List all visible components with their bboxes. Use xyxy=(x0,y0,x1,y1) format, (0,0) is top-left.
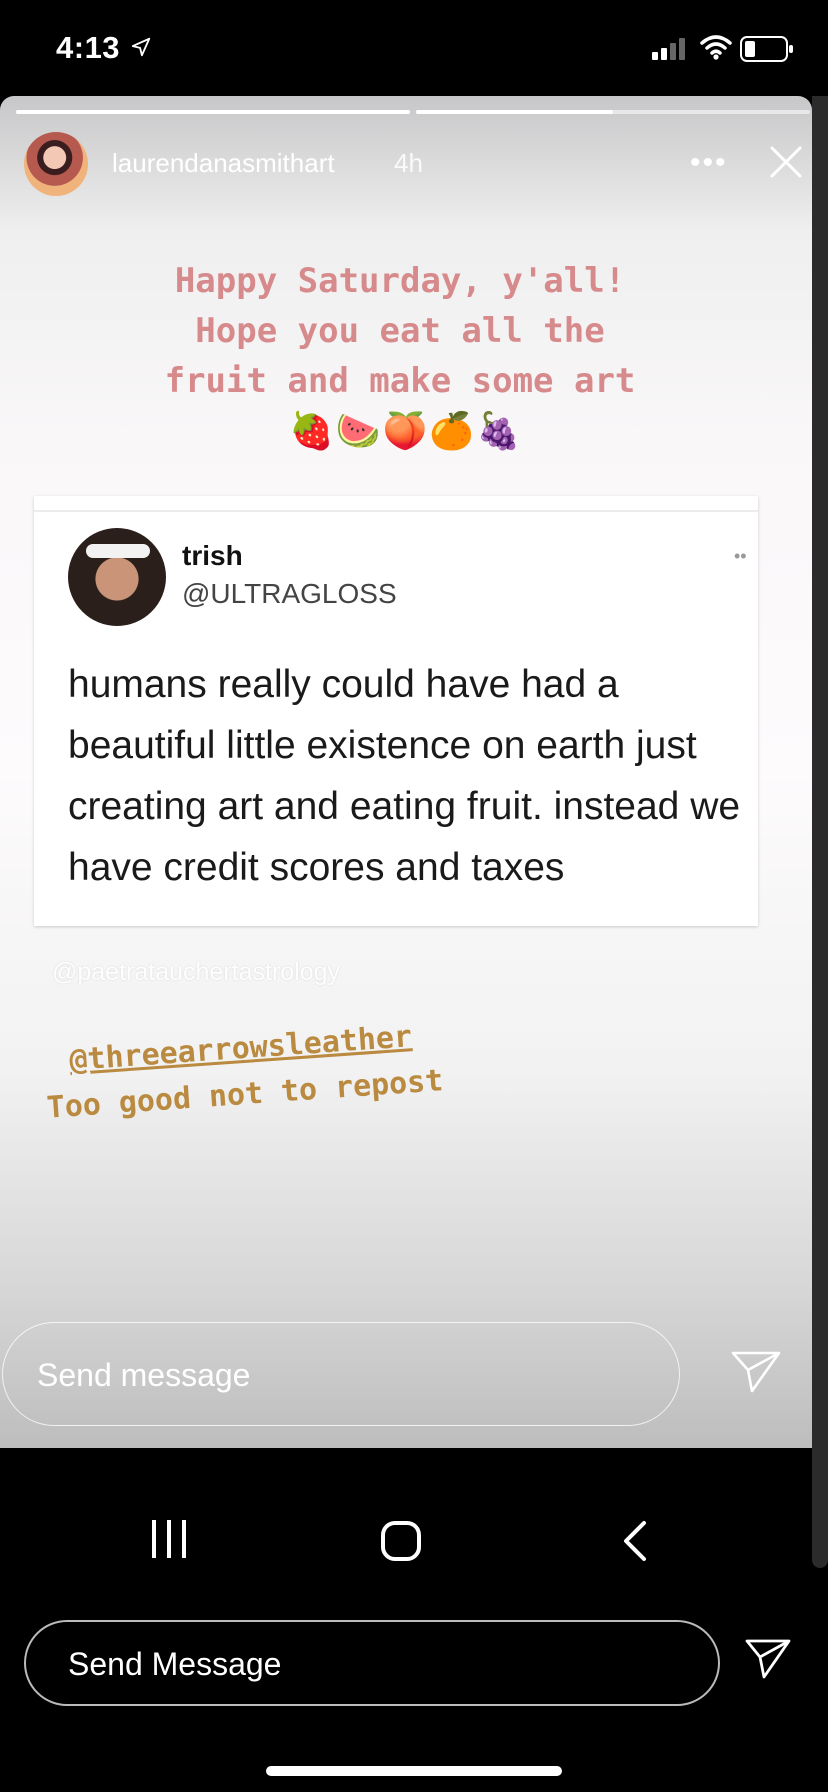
caption-line: Hope you eat all the xyxy=(195,311,605,351)
back-chevron-icon[interactable] xyxy=(620,1520,650,1562)
wifi-icon xyxy=(700,35,732,60)
location-arrow-icon xyxy=(131,37,151,57)
send-message-placeholder: Send Message xyxy=(68,1646,282,1682)
status-time: 4:13 xyxy=(56,30,121,65)
story-username[interactable]: laurendanasmithart xyxy=(112,148,335,179)
caption-line: Happy Saturday, y'all! xyxy=(174,261,626,301)
tweet-more-icon: •• xyxy=(734,546,747,566)
cellular-signal-icon xyxy=(652,38,685,60)
story-caption: Happy Saturday, y'all! Hope you eat all … xyxy=(120,256,680,406)
more-options-icon[interactable]: ••• xyxy=(690,146,728,180)
story-card[interactable]: laurendanasmithart 4h ••• Happy Saturday… xyxy=(0,96,812,1448)
home-indicator[interactable] xyxy=(266,1766,562,1776)
story-reply-placeholder: Send message xyxy=(37,1357,251,1393)
paper-plane-icon[interactable] xyxy=(744,1638,792,1680)
status-bar: 4:13 xyxy=(0,0,828,96)
scroll-edge xyxy=(812,96,828,1568)
paper-plane-icon[interactable] xyxy=(730,1350,782,1394)
tweet-avatar xyxy=(68,528,166,626)
user-avatar[interactable] xyxy=(24,132,88,196)
tweet-name: trish xyxy=(182,540,243,571)
watermark-handle: @paetratauchertastrology xyxy=(52,958,341,986)
tweet-handle: @ULTRAGLOSS xyxy=(182,578,397,609)
battery-icon xyxy=(740,36,793,62)
tweet-text: humans really could have had a beautiful… xyxy=(68,663,741,889)
home-icon[interactable] xyxy=(380,1520,422,1562)
caption-line: fruit and make some art xyxy=(164,361,636,401)
story-age: 4h xyxy=(394,148,423,178)
android-nav-bar xyxy=(0,1500,812,1580)
tweet-screenshot: trish @ULTRAGLOSS •• humans really could… xyxy=(34,496,758,926)
tweet-divider xyxy=(34,510,758,512)
repost-caption: @threearrowsleather Too good not to repo… xyxy=(42,1008,507,1132)
progress-segment-1 xyxy=(16,110,410,114)
recent-apps-icon[interactable] xyxy=(150,1518,190,1560)
story-reply-input[interactable]: Send message xyxy=(2,1322,680,1426)
progress-segment-2 xyxy=(416,110,810,114)
close-icon[interactable] xyxy=(766,142,806,182)
fruit-emoji-row: 🍓🍉🍑🍊🍇 xyxy=(288,410,524,451)
send-message-input[interactable]: Send Message xyxy=(24,1620,720,1706)
